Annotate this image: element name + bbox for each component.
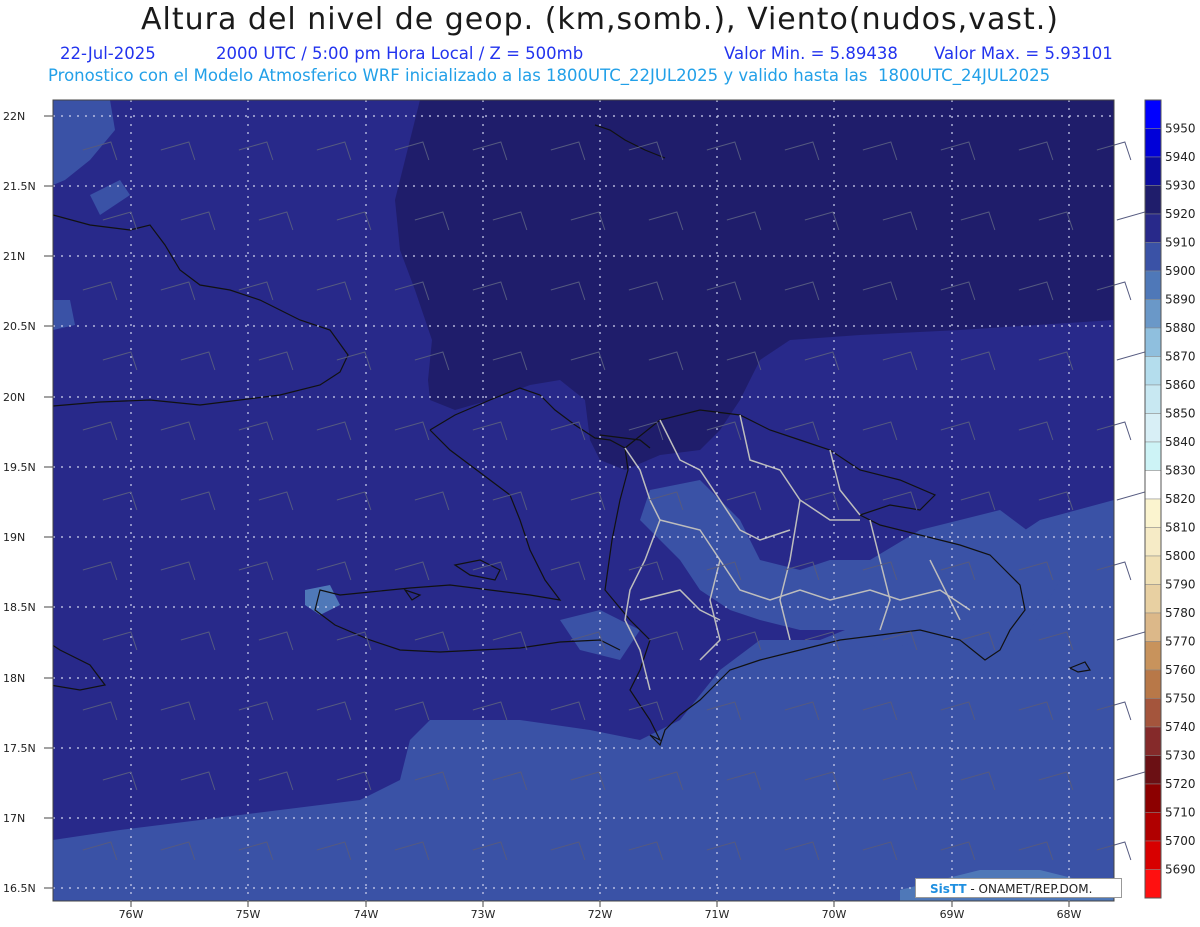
colorbar-label: 5890: [1165, 293, 1196, 307]
colorbar-label: 5820: [1165, 492, 1196, 506]
colorbar-label: 5700: [1165, 834, 1196, 848]
colorbar-swatch: [1144, 698, 1162, 728]
sistt-logo: SisTT: [930, 882, 967, 896]
colorbar-label: 5900: [1165, 264, 1196, 278]
colorbar-swatch: [1144, 384, 1162, 414]
colorbar-label: 5730: [1165, 749, 1196, 763]
colorbar-swatch: [1144, 270, 1162, 300]
colorbar-swatch: [1144, 128, 1162, 158]
colorbar-swatch: [1144, 726, 1162, 756]
colorbar-swatch: [1144, 612, 1162, 642]
colorbar-swatch: [1144, 299, 1162, 329]
colorbar-label: 5770: [1165, 635, 1196, 649]
colorbar-swatch: [1144, 669, 1162, 699]
latitude-labels: 22N 21.5N 21N 20.5N 20N 19.5N 19N 18.5N …: [3, 110, 36, 895]
lat-label: 22N: [3, 110, 25, 123]
colorbar-label: 5860: [1165, 378, 1196, 392]
geopotential-map: 22N 21.5N 21N 20.5N 20N 19.5N 19N 18.5N …: [3, 99, 1196, 921]
lon-label: 69W: [940, 908, 965, 921]
colorbar-label: 5780: [1165, 606, 1196, 620]
colorbar-label: 5850: [1165, 407, 1196, 421]
lat-label: 16.5N: [3, 882, 36, 895]
lon-label: 76W: [119, 908, 144, 921]
colorbar-label: 5710: [1165, 806, 1196, 820]
colorbar-swatch: [1144, 584, 1162, 614]
colorbar-swatch: [1144, 498, 1162, 528]
lat-label: 21N: [3, 250, 25, 263]
colorbar-label: 5750: [1165, 692, 1196, 706]
lat-label: 18.5N: [3, 601, 36, 614]
lat-label: 17.5N: [3, 742, 36, 755]
colorbar-label: 5690: [1165, 863, 1196, 877]
colorbar-swatch: [1144, 213, 1162, 243]
colorbar-label: 5930: [1165, 179, 1196, 193]
colorbar-swatch: [1144, 99, 1162, 129]
colorbar-label: 5940: [1165, 150, 1196, 164]
colorbar-swatch: [1144, 869, 1162, 899]
longitude-labels: 76W 75W 74W 73W 72W 71W 70W 69W 68W: [119, 908, 1082, 921]
lat-label: 19N: [3, 531, 25, 544]
colorbar-label: 5740: [1165, 720, 1196, 734]
colorbar-swatch: [1144, 327, 1162, 357]
colorbar-label: 5800: [1165, 549, 1196, 563]
credit-box: SisTT - ONAMET/REP.DOM.: [915, 878, 1122, 898]
lon-label: 73W: [471, 908, 496, 921]
colorbar-swatch: [1144, 641, 1162, 671]
colorbar-label: 5760: [1165, 663, 1196, 677]
lon-label: 71W: [705, 908, 730, 921]
colorbar-swatch: [1144, 413, 1162, 443]
colorbar-swatch: [1144, 156, 1162, 186]
colorbar-swatch: [1144, 527, 1162, 557]
colorbar: 5950 5940 5930 5920 5910 5900 5890 5880 5870 5860…: [1144, 99, 1196, 899]
lat-label: 18N: [3, 672, 25, 685]
colorbar-label: 5840: [1165, 435, 1196, 449]
longitude-ticks: [130, 901, 1070, 907]
lon-label: 75W: [236, 908, 261, 921]
colorbar-swatch: [1144, 470, 1162, 500]
colorbar-label: 5870: [1165, 350, 1196, 364]
colorbar-label: 5910: [1165, 236, 1196, 250]
lat-label: 17N: [3, 812, 25, 825]
lat-label: 20N: [3, 391, 25, 404]
lon-label: 74W: [354, 908, 379, 921]
lat-label: 20.5N: [3, 320, 36, 333]
lon-label: 70W: [822, 908, 847, 921]
colorbar-swatch: [1144, 783, 1162, 813]
latitude-ticks: [44, 115, 53, 889]
colorbar-swatch: [1144, 441, 1162, 471]
colorbar-label: 5810: [1165, 521, 1196, 535]
colorbar-label: 5950: [1165, 122, 1196, 136]
colorbar-swatch: [1144, 755, 1162, 785]
colorbar-swatch: [1144, 812, 1162, 842]
lat-label: 19.5N: [3, 461, 36, 474]
colorbar-swatch: [1144, 185, 1162, 215]
colorbar-swatch: [1144, 242, 1162, 272]
lon-label: 72W: [588, 908, 613, 921]
colorbar-swatch: [1144, 356, 1162, 386]
lat-label: 21.5N: [3, 180, 36, 193]
lon-label: 68W: [1057, 908, 1082, 921]
colorbar-swatch: [1144, 840, 1162, 870]
colorbar-swatch: [1144, 555, 1162, 585]
credit-text: - ONAMET/REP.DOM.: [970, 882, 1093, 896]
colorbar-label: 5880: [1165, 321, 1196, 335]
colorbar-label: 5720: [1165, 777, 1196, 791]
colorbar-label: 5830: [1165, 464, 1196, 478]
colorbar-label: 5920: [1165, 207, 1196, 221]
colorbar-label: 5790: [1165, 578, 1196, 592]
